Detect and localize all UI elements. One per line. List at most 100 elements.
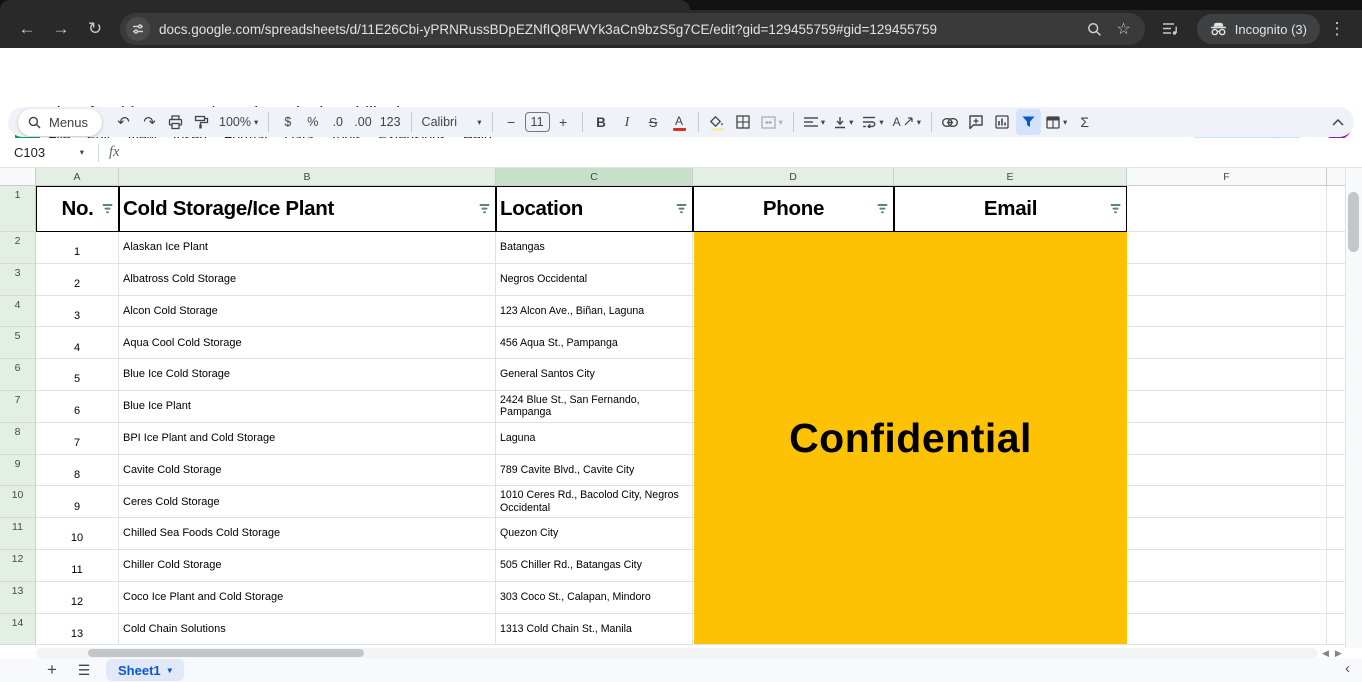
- cell-A7[interactable]: 6: [36, 391, 119, 423]
- cell-B7[interactable]: Blue Ice Plant: [119, 391, 496, 423]
- cell-B14[interactable]: Cold Chain Solutions: [119, 614, 496, 646]
- cell-F11[interactable]: [1127, 518, 1327, 550]
- cell-C9[interactable]: 789 Cavite Blvd., Cavite City: [496, 455, 693, 487]
- column-header-E[interactable]: E: [894, 168, 1127, 186]
- filter-views-button[interactable]: ▾: [1042, 109, 1071, 135]
- cell-F8[interactable]: [1127, 423, 1327, 455]
- cell-C14[interactable]: 1313 Cold Chain St., Manila: [496, 614, 693, 646]
- filter-funnel-icon[interactable]: [877, 204, 888, 214]
- search-icon[interactable]: [1087, 22, 1102, 37]
- insert-link-button[interactable]: [938, 109, 963, 135]
- number-format-decrease-decimal[interactable]: .0: [325, 109, 350, 135]
- row-header-8[interactable]: 8: [0, 423, 36, 455]
- cell-C6[interactable]: General Santos City: [496, 359, 693, 391]
- tab-search-media-icon[interactable]: [1155, 14, 1185, 44]
- font-select[interactable]: Calibri ▾: [418, 109, 486, 135]
- row-header-11[interactable]: 11: [0, 518, 36, 550]
- cell-A6[interactable]: 5: [36, 359, 119, 391]
- cell-D1[interactable]: Phone: [693, 186, 894, 232]
- collapse-side-panel-icon[interactable]: ‹: [1345, 660, 1350, 677]
- cell-F9[interactable]: [1127, 455, 1327, 487]
- formula-input[interactable]: [119, 138, 1362, 167]
- cell-C12[interactable]: 505 Chiller Rd., Batangas City: [496, 550, 693, 582]
- cell-B5[interactable]: Aqua Cool Cold Storage: [119, 327, 496, 359]
- cell-E1[interactable]: Email: [894, 186, 1127, 232]
- font-size-input[interactable]: 11: [525, 112, 550, 132]
- increase-font-size-button[interactable]: +: [551, 109, 576, 135]
- cell-C11[interactable]: Quezon City: [496, 518, 693, 550]
- print-button[interactable]: [163, 109, 188, 135]
- cell-B2[interactable]: Alaskan Ice Plant: [119, 232, 496, 264]
- cell-A3[interactable]: 2: [36, 264, 119, 296]
- row-header-10[interactable]: 10: [0, 486, 36, 518]
- horizontal-scrollbar[interactable]: [36, 648, 1318, 658]
- cell-A14[interactable]: 13: [36, 614, 119, 646]
- column-header-F[interactable]: F: [1127, 168, 1327, 186]
- cell-A5[interactable]: 4: [36, 327, 119, 359]
- all-sheets-button[interactable]: ☰: [70, 659, 98, 681]
- vertical-align-button[interactable]: ▾: [830, 109, 857, 135]
- cell-A9[interactable]: 8: [36, 455, 119, 487]
- cell-F14[interactable]: [1127, 614, 1327, 646]
- filter-funnel-icon[interactable]: [676, 204, 687, 214]
- browser-menu-icon[interactable]: ⋮: [1324, 19, 1350, 39]
- cell-B12[interactable]: Chiller Cold Storage: [119, 550, 496, 582]
- cell-B13[interactable]: Coco Ice Plant and Cold Storage: [119, 582, 496, 614]
- strikethrough-button[interactable]: S: [641, 109, 666, 135]
- cell-C8[interactable]: Laguna: [496, 423, 693, 455]
- cell-B6[interactable]: Blue Ice Cold Storage: [119, 359, 496, 391]
- row-header-9[interactable]: 9: [0, 455, 36, 487]
- select-all-corner[interactable]: [0, 168, 36, 186]
- column-header-A[interactable]: A: [36, 168, 119, 186]
- cell-B3[interactable]: Albatross Cold Storage: [119, 264, 496, 296]
- cell-A12[interactable]: 11: [36, 550, 119, 582]
- cell-B4[interactable]: Alcon Cold Storage: [119, 296, 496, 328]
- filter-funnel-icon[interactable]: [1110, 204, 1121, 214]
- cell-A11[interactable]: 10: [36, 518, 119, 550]
- row-header-6[interactable]: 6: [0, 359, 36, 391]
- row-header-5[interactable]: 5: [0, 327, 36, 359]
- horizontal-align-button[interactable]: ▾: [800, 109, 829, 135]
- add-sheet-button[interactable]: +: [38, 659, 66, 681]
- fill-color-button[interactable]: [705, 109, 730, 135]
- address-bar[interactable]: docs.google.com/spreadsheets/d/11E26Cbi-…: [120, 13, 1145, 45]
- filter-funnel-icon[interactable]: [102, 204, 113, 214]
- row-header-14[interactable]: 14: [0, 614, 36, 646]
- cell-F7[interactable]: [1127, 391, 1327, 423]
- cell-A13[interactable]: 12: [36, 582, 119, 614]
- number-format-percent[interactable]: %: [300, 109, 325, 135]
- column-header-B[interactable]: B: [119, 168, 496, 186]
- text-color-button[interactable]: A: [667, 109, 692, 135]
- cell-F5[interactable]: [1127, 327, 1327, 359]
- row-header-1[interactable]: 1: [0, 186, 36, 232]
- cell-F4[interactable]: [1127, 296, 1327, 328]
- horizontal-scrollbar-thumb[interactable]: [88, 649, 364, 657]
- back-icon[interactable]: ←: [12, 14, 42, 44]
- insert-chart-button[interactable]: [990, 109, 1015, 135]
- cell-A4[interactable]: 3: [36, 296, 119, 328]
- cell-A10[interactable]: 9: [36, 486, 119, 518]
- cell-C2[interactable]: Batangas: [496, 232, 693, 264]
- cell-F6[interactable]: [1127, 359, 1327, 391]
- cell-B8[interactable]: BPI Ice Plant and Cold Storage: [119, 423, 496, 455]
- bookmark-star-icon[interactable]: ☆: [1116, 19, 1130, 39]
- italic-button[interactable]: I: [615, 109, 640, 135]
- cell-B11[interactable]: Chilled Sea Foods Cold Storage: [119, 518, 496, 550]
- row-header-4[interactable]: 4: [0, 296, 36, 328]
- reload-icon[interactable]: ↻: [80, 14, 110, 44]
- borders-button[interactable]: [731, 109, 756, 135]
- redo-button[interactable]: ↷: [137, 109, 162, 135]
- row-header-2[interactable]: 2: [0, 232, 36, 264]
- decrease-font-size-button[interactable]: −: [499, 109, 524, 135]
- row-header-13[interactable]: 13: [0, 582, 36, 614]
- url-text[interactable]: docs.google.com/spreadsheets/d/11E26Cbi-…: [159, 22, 1078, 37]
- column-header-D[interactable]: D: [693, 168, 894, 186]
- column-header-C[interactable]: C: [496, 168, 693, 186]
- cell-C10[interactable]: 1010 Ceres Rd., Bacolod City, Negros Occ…: [496, 486, 693, 518]
- cell-A1[interactable]: No.: [36, 186, 119, 232]
- cell-B9[interactable]: Cavite Cold Storage: [119, 455, 496, 487]
- number-format-increase-decimal[interactable]: .00: [350, 109, 375, 135]
- cell-A2[interactable]: 1: [36, 232, 119, 264]
- cell-B10[interactable]: Ceres Cold Storage: [119, 486, 496, 518]
- text-rotation-button[interactable]: A ▾: [889, 109, 925, 135]
